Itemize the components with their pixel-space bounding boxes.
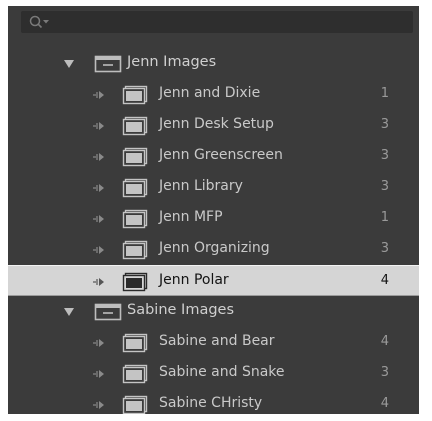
collection-count: 1 — [380, 210, 389, 225]
collection-label: Jenn Greenscreen — [159, 147, 283, 163]
collection-set-row[interactable]: Jenn Images — [8, 48, 419, 79]
arrow-right-icon[interactable] — [92, 181, 106, 195]
collection-row[interactable]: Sabine CHristy 4 — [8, 389, 419, 414]
collection-icon — [122, 272, 148, 292]
search-input[interactable] — [53, 13, 407, 33]
collection-icon — [122, 116, 148, 136]
collection-icon — [122, 85, 148, 105]
collection-count: 3 — [380, 148, 389, 163]
collection-row[interactable]: Jenn Polar 4 — [8, 265, 419, 296]
collection-set-icon — [94, 303, 122, 321]
collection-set-icon — [94, 55, 122, 73]
collection-row[interactable]: Jenn MFP 1 — [8, 203, 419, 234]
collection-icon — [122, 178, 148, 198]
collection-count: 1 — [380, 86, 389, 101]
arrow-right-icon[interactable] — [92, 367, 106, 381]
arrow-right-icon[interactable] — [92, 336, 106, 350]
collection-set-label: Sabine Images — [127, 302, 235, 318]
collection-label: Sabine and Bear — [159, 333, 275, 349]
collection-label: Jenn MFP — [159, 209, 223, 225]
arrow-right-icon[interactable] — [92, 88, 106, 102]
arrow-right-icon[interactable] — [92, 275, 106, 289]
collection-row[interactable]: Jenn Library 3 — [8, 172, 419, 203]
triangle-down-icon[interactable] — [62, 305, 76, 319]
triangle-down-icon[interactable] — [62, 57, 76, 71]
collection-label: Jenn Organizing — [159, 240, 270, 256]
collection-icon — [122, 240, 148, 260]
search-bar[interactable] — [21, 11, 413, 33]
collection-row[interactable]: Sabine and Bear 4 — [8, 327, 419, 358]
collection-label: Sabine CHristy — [159, 395, 263, 411]
collection-label: Jenn and Dixie — [159, 85, 261, 101]
collection-set-label: Jenn Images — [127, 54, 217, 70]
collection-count: 4 — [380, 334, 389, 349]
collection-icon — [122, 333, 148, 353]
collection-count: 3 — [380, 117, 389, 132]
collections-panel: Jenn Images Jenn and Dixie 1 Jenn Desk Setu… — [8, 6, 419, 414]
collection-label: Jenn Library — [159, 178, 243, 194]
arrow-right-icon[interactable] — [92, 212, 106, 226]
collection-row[interactable]: Jenn Organizing 3 — [8, 234, 419, 265]
collection-count: 3 — [380, 365, 389, 380]
collection-count: 4 — [380, 396, 389, 411]
collection-set-row[interactable]: Sabine Images — [8, 296, 419, 327]
collection-count: 3 — [380, 179, 389, 194]
arrow-right-icon[interactable] — [92, 150, 106, 164]
collection-label: Sabine and Snake — [159, 364, 285, 380]
collection-count: 4 — [380, 273, 389, 288]
search-icon[interactable] — [28, 14, 50, 30]
collection-row[interactable]: Jenn and Dixie 1 — [8, 79, 419, 110]
collection-row[interactable]: Jenn Desk Setup 3 — [8, 110, 419, 141]
collection-row[interactable]: Sabine and Snake 3 — [8, 358, 419, 389]
arrow-right-icon[interactable] — [92, 398, 106, 412]
collection-count: 3 — [380, 241, 389, 256]
collection-icon — [122, 209, 148, 229]
collection-label: Jenn Polar — [159, 272, 229, 288]
collection-row[interactable]: Jenn Greenscreen 3 — [8, 141, 419, 172]
collection-icon — [122, 147, 148, 167]
collection-icon — [122, 395, 148, 414]
collection-label: Jenn Desk Setup — [159, 116, 274, 132]
collection-icon — [122, 364, 148, 384]
arrow-right-icon[interactable] — [92, 119, 106, 133]
arrow-right-icon[interactable] — [92, 243, 106, 257]
